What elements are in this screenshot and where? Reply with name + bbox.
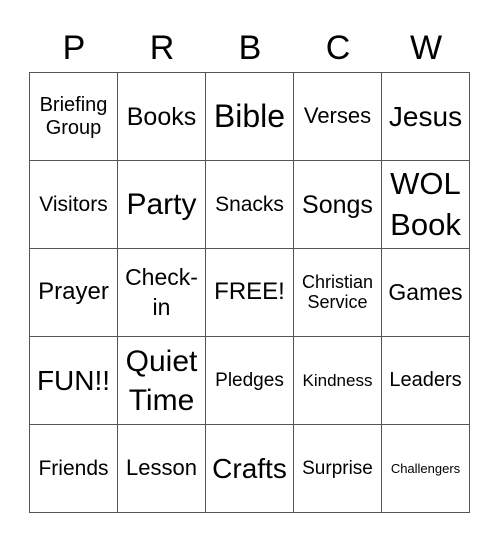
bingo-cell[interactable]: Christian Service: [293, 248, 382, 337]
bingo-cell[interactable]: Verses: [293, 72, 382, 161]
cell-label: Songs: [302, 190, 373, 219]
bingo-cell[interactable]: Lesson: [117, 424, 206, 513]
bingo-cell[interactable]: Check- in: [117, 248, 206, 337]
cell-label: FREE!: [214, 278, 285, 306]
bingo-cell[interactable]: Songs: [293, 160, 382, 249]
bingo-cell[interactable]: Leaders: [381, 336, 470, 425]
header-letter: R: [149, 29, 175, 67]
bingo-cell[interactable]: Party: [117, 160, 206, 249]
bingo-cell[interactable]: FREE!: [205, 248, 294, 337]
bingo-grid: Briefing Group Books Bible Verses Jesus …: [29, 72, 470, 513]
bingo-header: P R B C W: [30, 26, 470, 70]
bingo-cell[interactable]: Briefing Group: [29, 72, 118, 161]
header-letter: P: [62, 29, 86, 67]
bingo-cell[interactable]: Snacks: [205, 160, 294, 249]
cell-label: Christian Service: [301, 271, 374, 313]
cell-label: Prayer: [38, 278, 109, 306]
bingo-cell[interactable]: Surprise: [293, 424, 382, 513]
bingo-cell[interactable]: Games: [381, 248, 470, 337]
bingo-cell[interactable]: Pledges: [205, 336, 294, 425]
bingo-cell[interactable]: Jesus: [381, 72, 470, 161]
cell-label: Quiet Time: [125, 344, 198, 417]
bingo-cell[interactable]: Visitors: [29, 160, 118, 249]
cell-label: Friends: [38, 456, 109, 480]
cell-label: Crafts: [212, 452, 287, 484]
cell-label: WOL Book: [390, 166, 461, 242]
bingo-cell[interactable]: Friends: [29, 424, 118, 513]
header-letter: W: [409, 29, 443, 67]
grid-row: Briefing Group Books Bible Verses Jesus: [29, 72, 470, 161]
bingo-cell[interactable]: Prayer: [29, 248, 118, 337]
cell-label: Leaders: [389, 369, 462, 392]
cell-label: Kindness: [302, 370, 373, 390]
header-letter: C: [325, 29, 351, 67]
cell-label: Verses: [303, 103, 372, 129]
cell-label: Surprise: [302, 457, 373, 479]
bingo-cell[interactable]: Kindness: [293, 336, 382, 425]
header-letter: B: [238, 29, 262, 67]
bingo-cell[interactable]: WOL Book: [381, 160, 470, 249]
bingo-cell[interactable]: Challengers: [381, 424, 470, 513]
cell-label: Snacks: [215, 192, 284, 216]
cell-label: Games: [388, 278, 463, 305]
bingo-cell[interactable]: FUN!!: [29, 336, 118, 425]
grid-row: Friends Lesson Crafts Surprise Challenge…: [29, 424, 470, 513]
cell-label: Bible: [213, 97, 286, 134]
grid-row: Prayer Check- in FREE! Christian Service…: [29, 248, 470, 337]
cell-label: Books: [126, 102, 197, 131]
cell-label: Lesson: [126, 455, 197, 481]
bingo-cell[interactable]: Crafts: [205, 424, 294, 513]
bingo-cell[interactable]: Quiet Time: [117, 336, 206, 425]
cell-label: Check- in: [125, 263, 198, 320]
bingo-cell[interactable]: Bible: [205, 72, 294, 161]
cell-label: Pledges: [215, 369, 284, 391]
cell-label: Visitors: [39, 192, 108, 216]
bingo-cell[interactable]: Books: [117, 72, 206, 161]
cell-label: Briefing Group: [39, 94, 108, 139]
grid-row: FUN!! Quiet Time Pledges Kindness Leader…: [29, 336, 470, 425]
grid-row: Visitors Party Snacks Songs WOL Book: [29, 160, 470, 249]
cell-label: Jesus: [388, 100, 463, 132]
cell-label: FUN!!: [36, 364, 111, 396]
cell-label: Party: [126, 187, 197, 221]
cell-label: Challengers: [390, 460, 461, 476]
